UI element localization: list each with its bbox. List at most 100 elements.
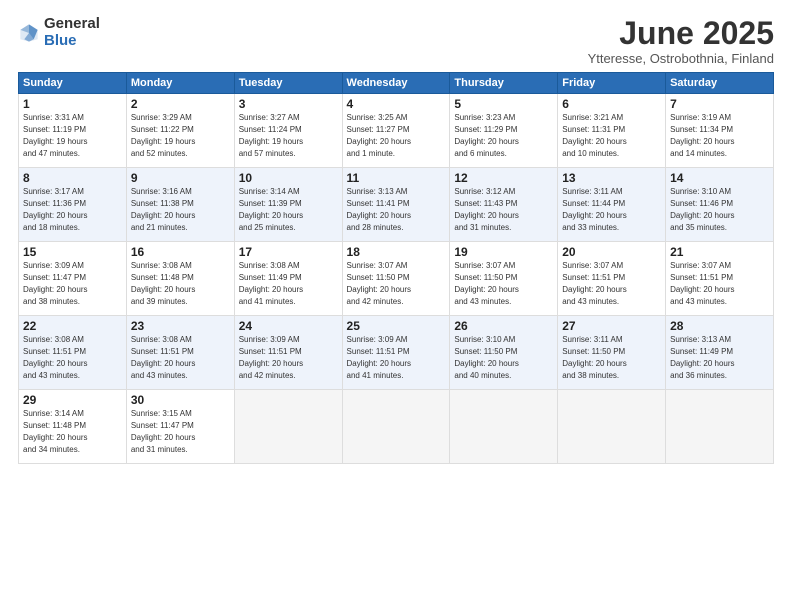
day-number: 27 xyxy=(562,319,661,333)
day-number: 18 xyxy=(347,245,446,259)
calendar-cell xyxy=(450,390,558,464)
calendar-cell: 19 Sunrise: 3:07 AMSunset: 11:50 PMDaylig… xyxy=(450,242,558,316)
calendar-cell: 10Sunrise: 3:14 AMSunset: 11:39 PMDaylig… xyxy=(234,168,342,242)
day-number: 7 xyxy=(670,97,769,111)
day-info: Sunrise: 3:17 AMSunset: 11:36 PMDaylight… xyxy=(23,187,87,231)
calendar-cell: 20 Sunrise: 3:07 AMSunset: 11:51 PMDaylig… xyxy=(558,242,666,316)
day-info: Sunrise: 3:13 AMSunset: 11:49 PMDaylight… xyxy=(670,335,734,379)
calendar-week-row: 29 Sunrise: 3:14 AMSunset: 11:48 PMDaylig… xyxy=(19,390,774,464)
calendar-cell: 8 Sunrise: 3:17 AMSunset: 11:36 PMDayligh… xyxy=(19,168,127,242)
calendar-table: Sunday Monday Tuesday Wednesday Thursday… xyxy=(18,72,774,464)
logo-text: General Blue xyxy=(44,16,100,49)
day-info: Sunrise: 3:19 AMSunset: 11:34 PMDaylight… xyxy=(670,113,734,157)
day-info: Sunrise: 3:14 AMSunset: 11:48 PMDaylight… xyxy=(23,409,87,453)
calendar-cell xyxy=(234,390,342,464)
calendar-cell: 18 Sunrise: 3:07 AMSunset: 11:50 PMDaylig… xyxy=(342,242,450,316)
day-info: Sunrise: 3:08 AMSunset: 11:51 PMDaylight… xyxy=(23,335,87,379)
day-info: Sunrise: 3:07 AMSunset: 11:50 PMDaylight… xyxy=(454,261,518,305)
calendar-cell: 6 Sunrise: 3:21 AMSunset: 11:31 PMDayligh… xyxy=(558,94,666,168)
calendar-cell: 11 Sunrise: 3:13 AMSunset: 11:41 PMDaylig… xyxy=(342,168,450,242)
calendar-header: Sunday Monday Tuesday Wednesday Thursday… xyxy=(19,73,774,94)
day-info: Sunrise: 3:25 AMSunset: 11:27 PMDaylight… xyxy=(347,113,411,157)
day-info: Sunrise: 3:07 AMSunset: 11:50 PMDaylight… xyxy=(347,261,411,305)
day-info: Sunrise: 3:08 AMSunset: 11:51 PMDaylight… xyxy=(131,335,195,379)
calendar-cell xyxy=(666,390,774,464)
day-number: 15 xyxy=(23,245,122,259)
day-number: 16 xyxy=(131,245,230,259)
day-number: 8 xyxy=(23,171,122,185)
calendar-cell: 24Sunrise: 3:09 AMSunset: 11:51 PMDaylig… xyxy=(234,316,342,390)
header-wednesday: Wednesday xyxy=(342,73,450,94)
day-number: 3 xyxy=(239,97,338,111)
day-info: Sunrise: 3:07 AMSunset: 11:51 PMDaylight… xyxy=(562,261,626,305)
day-number: 17 xyxy=(239,245,338,259)
header-thursday: Thursday xyxy=(450,73,558,94)
calendar-cell: 28 Sunrise: 3:13 AMSunset: 11:49 PMDaylig… xyxy=(666,316,774,390)
calendar-cell: 29 Sunrise: 3:14 AMSunset: 11:48 PMDaylig… xyxy=(19,390,127,464)
day-number: 21 xyxy=(670,245,769,259)
calendar-cell xyxy=(342,390,450,464)
calendar-title: June 2025 xyxy=(588,16,774,51)
calendar-cell: 4 Sunrise: 3:25 AMSunset: 11:27 PMDayligh… xyxy=(342,94,450,168)
day-number: 11 xyxy=(347,171,446,185)
day-info: Sunrise: 3:09 AMSunset: 11:51 PMDaylight… xyxy=(239,335,303,379)
calendar-cell: 2Sunrise: 3:29 AMSunset: 11:22 PMDayligh… xyxy=(126,94,234,168)
day-info: Sunrise: 3:27 AMSunset: 11:24 PMDaylight… xyxy=(239,113,303,157)
day-number: 29 xyxy=(23,393,122,407)
calendar-cell: 16 Sunrise: 3:08 AMSunset: 11:48 PMDaylig… xyxy=(126,242,234,316)
calendar-cell: 9 Sunrise: 3:16 AMSunset: 11:38 PMDayligh… xyxy=(126,168,234,242)
calendar-week-row: 8 Sunrise: 3:17 AMSunset: 11:36 PMDayligh… xyxy=(19,168,774,242)
calendar-week-row: 22 Sunrise: 3:08 AMSunset: 11:51 PMDaylig… xyxy=(19,316,774,390)
day-number: 25 xyxy=(347,319,446,333)
calendar-cell: 12Sunrise: 3:12 AMSunset: 11:43 PMDaylig… xyxy=(450,168,558,242)
calendar-cell: 25 Sunrise: 3:09 AMSunset: 11:51 PMDaylig… xyxy=(342,316,450,390)
header-tuesday: Tuesday xyxy=(234,73,342,94)
day-number: 19 xyxy=(454,245,553,259)
day-number: 20 xyxy=(562,245,661,259)
day-number: 4 xyxy=(347,97,446,111)
day-info: Sunrise: 3:07 AMSunset: 11:51 PMDaylight… xyxy=(670,261,734,305)
logo-blue-label: Blue xyxy=(44,33,100,50)
day-info: Sunrise: 3:12 AMSunset: 11:43 PMDaylight… xyxy=(454,187,518,231)
header-saturday: Saturday xyxy=(666,73,774,94)
day-number: 26 xyxy=(454,319,553,333)
day-info: Sunrise: 3:10 AMSunset: 11:46 PMDaylight… xyxy=(670,187,734,231)
day-number: 2 xyxy=(131,97,230,111)
day-number: 22 xyxy=(23,319,122,333)
day-info: Sunrise: 3:10 AMSunset: 11:50 PMDaylight… xyxy=(454,335,518,379)
day-info: Sunrise: 3:16 AMSunset: 11:38 PMDaylight… xyxy=(131,187,195,231)
calendar-week-row: 1Sunrise: 3:31 AMSunset: 11:19 PMDayligh… xyxy=(19,94,774,168)
day-number: 5 xyxy=(454,97,553,111)
day-number: 9 xyxy=(131,171,230,185)
day-number: 23 xyxy=(131,319,230,333)
day-info: Sunrise: 3:21 AMSunset: 11:31 PMDaylight… xyxy=(562,113,626,157)
day-info: Sunrise: 3:14 AMSunset: 11:39 PMDaylight… xyxy=(239,187,303,231)
header-sunday: Sunday xyxy=(19,73,127,94)
day-number: 14 xyxy=(670,171,769,185)
header-row: General Blue June 2025 Ytteresse, Ostrob… xyxy=(18,16,774,66)
day-number: 28 xyxy=(670,319,769,333)
calendar-body: 1Sunrise: 3:31 AMSunset: 11:19 PMDayligh… xyxy=(19,94,774,464)
day-info: Sunrise: 3:08 AMSunset: 11:49 PMDaylight… xyxy=(239,261,303,305)
calendar-cell: 22 Sunrise: 3:08 AMSunset: 11:51 PMDaylig… xyxy=(19,316,127,390)
day-info: Sunrise: 3:31 AMSunset: 11:19 PMDaylight… xyxy=(23,113,87,157)
header-row-days: Sunday Monday Tuesday Wednesday Thursday… xyxy=(19,73,774,94)
day-number: 13 xyxy=(562,171,661,185)
day-info: Sunrise: 3:08 AMSunset: 11:48 PMDaylight… xyxy=(131,261,195,305)
day-info: Sunrise: 3:09 AMSunset: 11:51 PMDaylight… xyxy=(347,335,411,379)
day-info: Sunrise: 3:13 AMSunset: 11:41 PMDaylight… xyxy=(347,187,411,231)
calendar-cell: 7 Sunrise: 3:19 AMSunset: 11:34 PMDayligh… xyxy=(666,94,774,168)
header-friday: Friday xyxy=(558,73,666,94)
calendar-subtitle: Ytteresse, Ostrobothnia, Finland xyxy=(588,51,774,66)
calendar-cell: 13 Sunrise: 3:11 AMSunset: 11:44 PMDaylig… xyxy=(558,168,666,242)
calendar-week-row: 15Sunrise: 3:09 AMSunset: 11:47 PMDaylig… xyxy=(19,242,774,316)
day-info: Sunrise: 3:11 AMSunset: 11:44 PMDaylight… xyxy=(562,187,626,231)
calendar-cell: 3 Sunrise: 3:27 AMSunset: 11:24 PMDayligh… xyxy=(234,94,342,168)
calendar-cell: 21 Sunrise: 3:07 AMSunset: 11:51 PMDaylig… xyxy=(666,242,774,316)
calendar-cell xyxy=(558,390,666,464)
calendar-cell: 27Sunrise: 3:11 AMSunset: 11:50 PMDaylig… xyxy=(558,316,666,390)
day-info: Sunrise: 3:15 AMSunset: 11:47 PMDaylight… xyxy=(131,409,195,453)
calendar-cell: 15Sunrise: 3:09 AMSunset: 11:47 PMDaylig… xyxy=(19,242,127,316)
calendar-cell: 14 Sunrise: 3:10 AMSunset: 11:46 PMDaylig… xyxy=(666,168,774,242)
day-number: 6 xyxy=(562,97,661,111)
